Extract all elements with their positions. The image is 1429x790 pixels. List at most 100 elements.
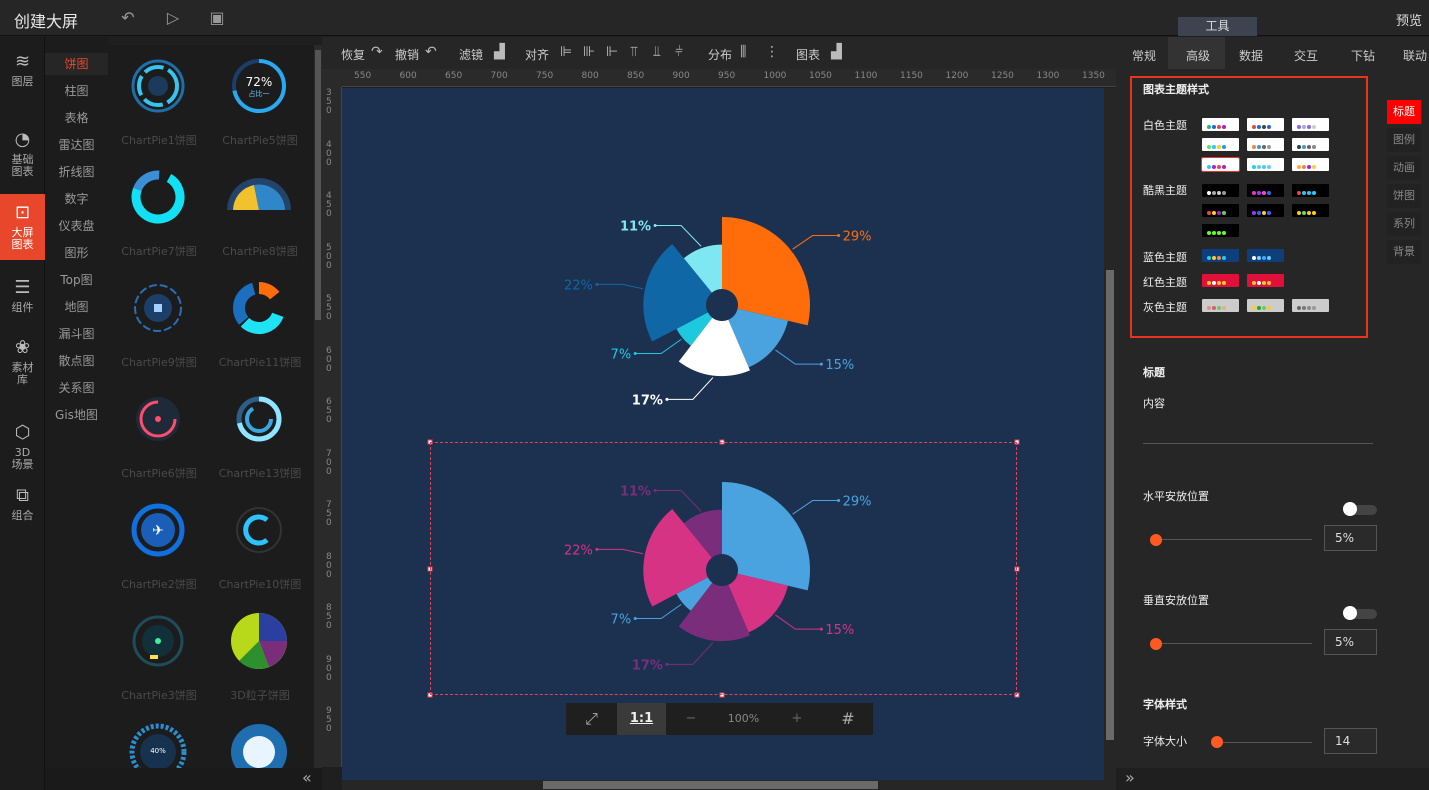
distribute-h-icon[interactable]: ⫼ <box>740 44 746 60</box>
theme-swatch[interactable] <box>1292 299 1329 312</box>
tab-0[interactable]: 常规 <box>1132 47 1156 64</box>
thumbnail-label[interactable]: ChartPie3饼图 <box>111 687 207 703</box>
theme-swatch[interactable] <box>1202 138 1239 151</box>
theme-swatch[interactable] <box>1247 274 1284 287</box>
theme-swatch[interactable] <box>1292 204 1329 217</box>
theme-swatch[interactable] <box>1247 299 1284 312</box>
theme-swatch[interactable] <box>1202 249 1239 262</box>
nav-basic-chart[interactable]: ◔ 基础图表 <box>0 125 45 178</box>
category-item[interactable]: Gis地图 <box>45 404 108 426</box>
thumbnail-label[interactable]: ChartPie7饼图 <box>111 243 207 259</box>
align-top-icon[interactable]: ⫪ <box>630 44 638 60</box>
distribute-v-icon[interactable]: ⋮ <box>765 44 779 60</box>
theme-swatch[interactable] <box>1247 118 1284 131</box>
category-item[interactable]: 折线图 <box>45 161 108 183</box>
theme-swatch[interactable] <box>1202 204 1239 217</box>
theme-swatch[interactable] <box>1292 158 1329 171</box>
thumbnail-label[interactable]: ChartPie13饼图 <box>212 465 308 481</box>
canvas-horizontal-scrollbar-thumb[interactable] <box>543 781 878 789</box>
category-item[interactable]: Top图 <box>45 269 108 291</box>
v-position-knob[interactable] <box>1150 638 1162 650</box>
nav-screen-chart[interactable]: ⊡ 大屏图表 <box>0 194 45 260</box>
theme-swatch[interactable] <box>1292 118 1329 131</box>
align-button[interactable]: 对齐 <box>525 46 549 63</box>
theme-swatch[interactable] <box>1292 138 1329 151</box>
filter-chart-icon[interactable]: ▟ <box>494 44 505 60</box>
theme-swatch[interactable] <box>1247 184 1284 197</box>
v-position-input[interactable]: 5% <box>1324 629 1377 655</box>
thumbnail-label[interactable]: ChartPie9饼图 <box>111 354 207 370</box>
undo-button[interactable]: 撤销 <box>395 46 419 63</box>
theme-swatch[interactable] <box>1202 224 1239 237</box>
align-left-icon[interactable]: ⊫ <box>560 44 572 60</box>
thumbnail-label[interactable]: ChartPie1饼图 <box>111 132 207 148</box>
tool-tab[interactable]: 工具 <box>1178 17 1257 36</box>
side-tab-3[interactable]: 饼图 <box>1387 184 1421 208</box>
left-scrollbar-thumb[interactable] <box>315 50 321 320</box>
redo-button[interactable]: 恢复 <box>341 46 365 63</box>
theme-swatch[interactable] <box>1202 299 1239 312</box>
nav-layers[interactable]: ≋ 图层 <box>0 51 45 103</box>
thumbnail-label[interactable]: ChartPie10饼图 <box>212 576 308 592</box>
content-input-line[interactable] <box>1143 443 1373 444</box>
filter-button[interactable]: 滤镜 <box>459 46 483 63</box>
v-position-slider[interactable] <box>1150 643 1312 644</box>
category-item[interactable]: 漏斗图 <box>45 323 108 345</box>
theme-swatch[interactable] <box>1202 118 1239 131</box>
category-item[interactable]: 仪表盘 <box>45 215 108 237</box>
nav-3d-scene[interactable]: ⬡ 3D场景 <box>0 422 45 471</box>
theme-swatch[interactable] <box>1202 184 1239 197</box>
actual-size-button[interactable]: 1:1 <box>617 703 666 735</box>
theme-swatch[interactable] <box>1247 158 1284 171</box>
category-item[interactable]: 图形 <box>45 242 108 264</box>
side-tab-0[interactable]: 标题 <box>1387 100 1421 124</box>
tab-5[interactable]: 联动 <box>1403 47 1427 64</box>
category-item[interactable]: 数字 <box>45 188 108 210</box>
font-size-knob[interactable] <box>1211 736 1223 748</box>
tab-4[interactable]: 下钻 <box>1351 47 1375 64</box>
h-position-knob[interactable] <box>1150 534 1162 546</box>
theme-swatch[interactable] <box>1247 138 1284 151</box>
play-icon[interactable]: ▷ <box>163 8 183 28</box>
tab-3[interactable]: 交互 <box>1294 47 1318 64</box>
undo-arrow-icon[interactable]: ↶ <box>425 44 437 60</box>
zoom-in-button[interactable]: + <box>771 703 823 735</box>
design-canvas[interactable]: 29% 15% 17% 7% 22% 11% 29% 15% 17% 7% 22% 11% <box>342 88 1104 780</box>
align-right-icon[interactable]: ⊩ <box>606 44 618 60</box>
h-position-input[interactable]: 5% <box>1324 525 1377 551</box>
grid-icon[interactable]: # <box>823 703 873 735</box>
thumbnail-label[interactable]: ChartPie11饼图 <box>212 354 308 370</box>
theme-swatch[interactable] <box>1292 184 1329 197</box>
thumbnail-label[interactable]: ChartPie2饼图 <box>111 576 207 592</box>
nav-components[interactable]: ☰ 组件 <box>0 277 45 321</box>
side-tab-1[interactable]: 图例 <box>1387 128 1421 152</box>
collapse-left-icon[interactable]: « <box>302 768 312 787</box>
thumbnail-label[interactable]: 3D粒子饼图 <box>212 687 308 703</box>
chart-button[interactable]: 图表 <box>796 46 820 63</box>
theme-swatch[interactable] <box>1202 274 1239 287</box>
theme-swatch[interactable] <box>1247 204 1284 217</box>
nav-combine[interactable]: ⧉ 组合 <box>0 485 45 529</box>
thumbnail-label[interactable]: ChartPie6饼图 <box>111 465 207 481</box>
side-tab-5[interactable]: 背景 <box>1387 240 1421 264</box>
category-item[interactable]: 柱图 <box>45 80 108 102</box>
category-item[interactable]: 地图 <box>45 296 108 318</box>
nav-materials[interactable]: ❀ 素材库 <box>0 337 45 395</box>
font-size-input[interactable]: 14 <box>1324 728 1377 754</box>
font-size-slider[interactable] <box>1215 742 1312 743</box>
theme-swatch[interactable] <box>1247 249 1284 262</box>
zoom-out-button[interactable]: − <box>666 703 716 735</box>
side-tab-4[interactable]: 系列 <box>1387 212 1421 236</box>
distribute-button[interactable]: 分布 <box>708 46 732 63</box>
save-icon[interactable]: ▣ <box>207 8 227 28</box>
chart-icon[interactable]: ▟ <box>831 44 842 60</box>
side-tab-2[interactable]: 动画 <box>1387 156 1421 180</box>
canvas-vertical-scrollbar-thumb[interactable] <box>1106 270 1114 740</box>
theme-swatch[interactable] <box>1201 157 1240 172</box>
selection-box[interactable] <box>430 442 1017 695</box>
h-position-toggle[interactable] <box>1343 502 1377 516</box>
align-bottom-icon[interactable]: ⫩ <box>675 44 683 60</box>
align-center-icon[interactable]: ⊪ <box>583 44 595 60</box>
undo-icon[interactable]: ↶ <box>118 8 138 28</box>
fit-screen-icon[interactable]: ⤢ <box>566 703 617 735</box>
